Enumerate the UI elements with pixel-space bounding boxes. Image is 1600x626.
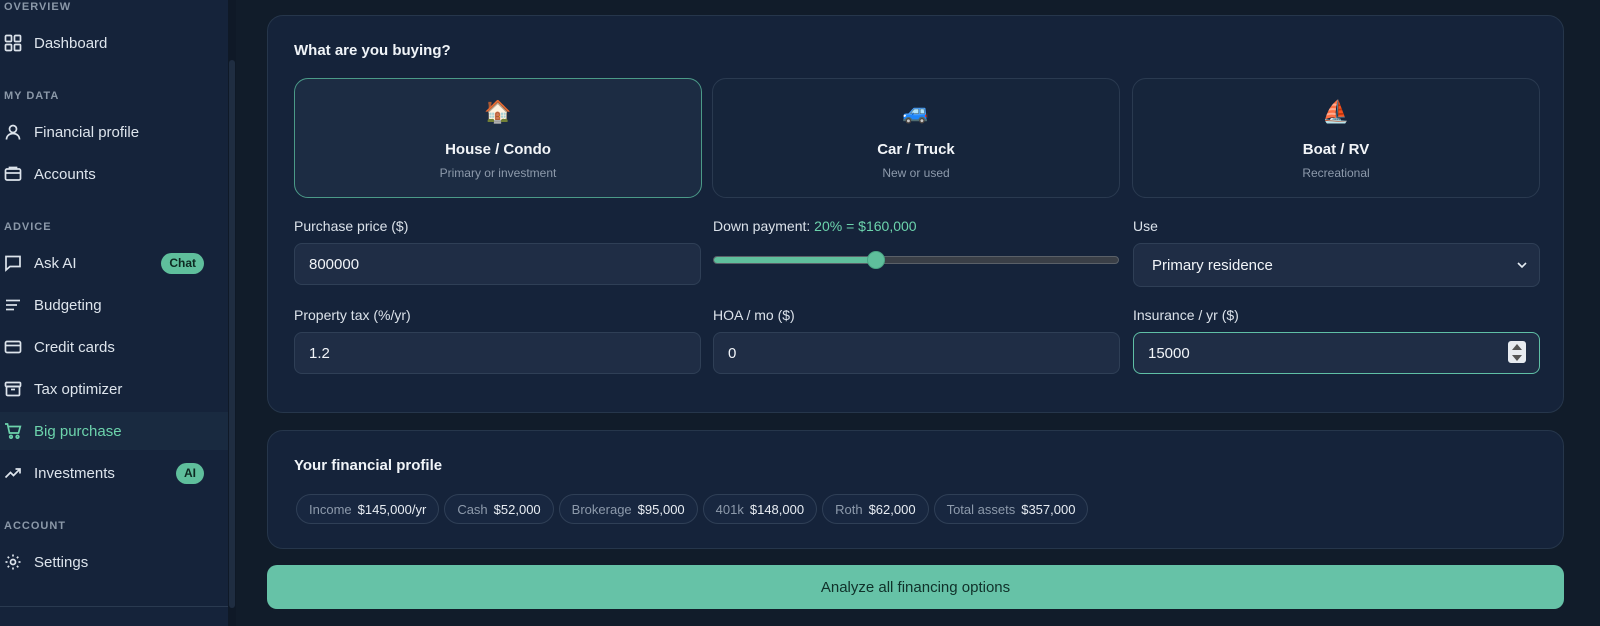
chip-key: Income bbox=[309, 501, 352, 517]
down-payment-label: Down payment: 20% = $160,000 bbox=[713, 218, 917, 234]
chevron-down-icon bbox=[1517, 262, 1527, 269]
sidebar-item-financial-profile[interactable]: Financial profile bbox=[0, 113, 228, 151]
option-label: Boat / RV bbox=[1302, 141, 1370, 158]
down-payment-amount: $160,000 bbox=[858, 218, 917, 234]
sidebar-item-label: Dashboard bbox=[34, 34, 108, 52]
option-boat-rv[interactable]: ⛵ Boat / RV Recreational bbox=[1132, 78, 1540, 198]
chip-total-assets: Total assets $357,000 bbox=[933, 494, 1089, 524]
car-icon: 🚙 bbox=[902, 99, 930, 124]
sidebar-item-label: Credit cards bbox=[34, 338, 115, 356]
chip-key: 401k bbox=[715, 501, 744, 517]
sidebar-item-label: Big purchase bbox=[34, 422, 122, 440]
sidebar-item-big-purchase[interactable]: Big purchase bbox=[0, 412, 228, 450]
financial-profile-title: Your financial profile bbox=[294, 457, 443, 474]
down-payment-equals: = bbox=[846, 218, 855, 234]
analyze-financing-button[interactable]: Analyze all financing options bbox=[267, 565, 1564, 609]
property-tax-input[interactable] bbox=[294, 332, 701, 374]
sailboat-icon: ⛵ bbox=[1322, 99, 1350, 124]
chip-key: Brokerage bbox=[571, 501, 632, 517]
sidebar-item-dashboard[interactable]: Dashboard bbox=[0, 24, 228, 62]
sidebar-item-label: Tax optimizer bbox=[34, 380, 123, 398]
sidebar: OVERVIEW Dashboard MY DATA Financial pro… bbox=[0, 0, 236, 626]
sidebar-item-label: Financial profile bbox=[34, 123, 140, 141]
sidebar-item-settings[interactable]: Settings bbox=[0, 543, 228, 581]
chip-roth: Roth $62,000 bbox=[822, 494, 929, 524]
chip-value: $145,000/yr bbox=[357, 501, 427, 517]
use-selected-value: Primary residence bbox=[1152, 256, 1273, 274]
option-subtitle: Recreational bbox=[1302, 166, 1370, 180]
cart-icon bbox=[4, 422, 22, 440]
chip-value: $148,000 bbox=[749, 501, 805, 517]
sidebar-item-accounts[interactable]: Accounts bbox=[0, 155, 228, 193]
house-icon: 🏠 bbox=[484, 99, 512, 124]
slider-fill bbox=[714, 257, 876, 263]
purchase-price-input[interactable] bbox=[294, 243, 701, 285]
number-stepper[interactable] bbox=[1508, 341, 1526, 363]
chat-badge: Chat bbox=[161, 252, 204, 274]
option-subtitle: New or used bbox=[882, 166, 950, 180]
option-subtitle: Primary or investment bbox=[439, 166, 557, 180]
option-house-condo[interactable]: 🏠 House / Condo Primary or investment bbox=[294, 78, 702, 198]
section-label-account: ACCOUNT bbox=[4, 520, 66, 532]
stepper-up-icon[interactable] bbox=[1512, 343, 1522, 350]
insurance-field bbox=[1133, 332, 1540, 374]
sidebar-scrollbar[interactable] bbox=[229, 60, 235, 608]
slider-thumb[interactable] bbox=[866, 251, 885, 269]
sidebar-item-tax-optimizer[interactable]: Tax optimizer bbox=[0, 370, 228, 408]
profile-chips: Income $145,000/yr Cash $52,000 Brokerage $… bbox=[296, 494, 1089, 524]
option-label: House / Condo bbox=[445, 141, 551, 158]
lines-icon bbox=[4, 296, 22, 314]
purchase-price-label: Purchase price ($) bbox=[294, 218, 409, 234]
chip-brokerage: Brokerage $95,000 bbox=[558, 494, 698, 524]
sidebar-divider-line bbox=[0, 606, 228, 607]
credit-card-icon bbox=[4, 338, 22, 356]
sidebar-item-label: Budgeting bbox=[34, 296, 102, 314]
chip-value: $95,000 bbox=[637, 501, 685, 517]
chip-key: Total assets bbox=[946, 501, 1016, 517]
sidebar-item-investments[interactable]: Investments AI bbox=[0, 454, 228, 492]
grid-icon bbox=[4, 34, 22, 52]
sidebar-item-label: Ask AI bbox=[34, 254, 77, 272]
option-car-truck[interactable]: 🚙 Car / Truck New or used bbox=[712, 78, 1120, 198]
purchase-form-title: What are you buying? bbox=[294, 42, 451, 59]
chip-cash: Cash $52,000 bbox=[444, 494, 554, 524]
option-label: Car / Truck bbox=[877, 141, 955, 158]
sidebar-item-label: Accounts bbox=[34, 165, 96, 183]
down-payment-text: Down payment: bbox=[713, 218, 811, 234]
insurance-input[interactable] bbox=[1133, 332, 1540, 374]
chip-value: $62,000 bbox=[868, 501, 916, 517]
sidebar-item-label: Investments bbox=[34, 464, 115, 482]
down-payment-slider[interactable] bbox=[713, 251, 1119, 269]
sidebar-item-budgeting[interactable]: Budgeting bbox=[0, 286, 228, 324]
chip-value: $52,000 bbox=[493, 501, 541, 517]
trend-up-icon bbox=[4, 464, 22, 482]
financial-profile-card: Your financial profile Income $145,000/yr… bbox=[267, 430, 1564, 549]
chip-value: $357,000 bbox=[1021, 501, 1076, 517]
insurance-label: Insurance / yr ($) bbox=[1133, 307, 1239, 323]
sun-gear-icon bbox=[4, 553, 22, 571]
sidebar-item-label: Settings bbox=[34, 553, 89, 571]
archive-icon bbox=[4, 380, 22, 398]
chip-key: Roth bbox=[835, 501, 863, 517]
section-label-my-data: MY DATA bbox=[4, 90, 60, 102]
stepper-down-icon[interactable] bbox=[1512, 354, 1522, 361]
use-label: Use bbox=[1133, 218, 1158, 234]
wallet-icon bbox=[4, 165, 22, 183]
down-payment-percent: 20% bbox=[814, 218, 843, 234]
hoa-label: HOA / mo ($) bbox=[713, 307, 795, 323]
section-label-overview: OVERVIEW bbox=[4, 1, 72, 13]
chip-key: Cash bbox=[457, 501, 488, 517]
ai-badge: AI bbox=[176, 462, 204, 484]
chip-income: Income $145,000/yr bbox=[296, 494, 440, 524]
chip-401k: 401k $148,000 bbox=[702, 494, 818, 524]
property-tax-label: Property tax (%/yr) bbox=[294, 307, 411, 323]
purchase-form-card: What are you buying? 🏠 House / Condo Pri… bbox=[267, 15, 1564, 413]
sidebar-item-ask-ai[interactable]: Ask AI Chat bbox=[0, 244, 228, 282]
hoa-input[interactable] bbox=[713, 332, 1120, 374]
section-label-advice: ADVICE bbox=[4, 221, 52, 233]
use-select[interactable]: Primary residence bbox=[1133, 243, 1540, 287]
user-icon bbox=[4, 123, 22, 141]
chat-bubble-icon bbox=[4, 254, 22, 272]
sidebar-item-credit-cards[interactable]: Credit cards bbox=[0, 328, 228, 366]
